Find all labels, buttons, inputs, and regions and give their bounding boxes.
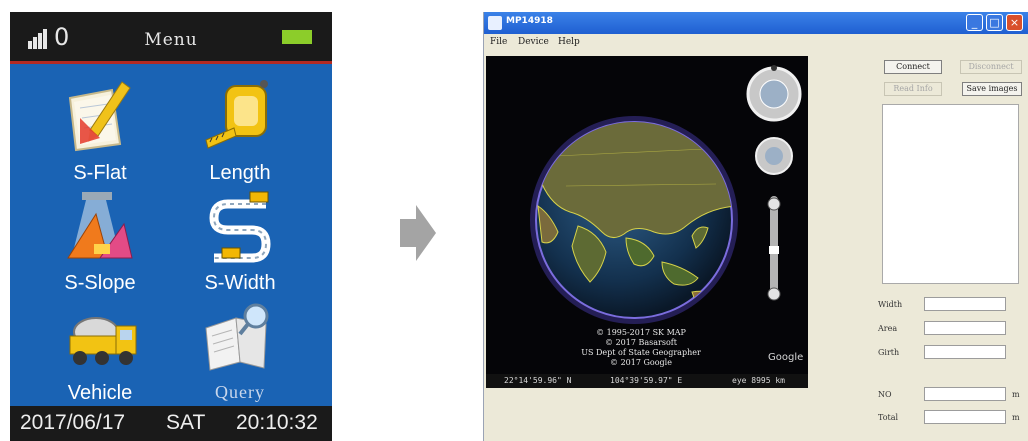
window-title: MP14918: [506, 16, 553, 26]
map-eye-altitude: eye 8995 km: [732, 376, 785, 385]
close-icon[interactable]: ×: [1006, 14, 1023, 31]
menu-item-length[interactable]: Length: [170, 78, 310, 188]
menu-item-vehicle[interactable]: Vehicle: [30, 298, 170, 408]
device-header: 0 Menu: [10, 12, 332, 64]
disconnect-button[interactable]: Disconnect: [960, 60, 1022, 74]
menu-item-query[interactable]: Query: [170, 298, 310, 408]
earth-map-view[interactable]: © 1995-2017 SK MAP © 2017 Basarsoft US D…: [486, 56, 808, 388]
data-list[interactable]: [882, 104, 1019, 284]
menu-item-label: S-Flat: [73, 162, 127, 184]
vehicle-icon: [69, 317, 137, 365]
connect-button[interactable]: Connect: [884, 60, 942, 74]
save-images-button[interactable]: Save images: [962, 82, 1022, 96]
menu-item-label: Query: [215, 382, 265, 402]
menu-item-label: S-Width: [204, 272, 276, 294]
status-day: SAT: [166, 411, 206, 434]
s-slope-icon: [67, 192, 133, 259]
app-icon: [488, 16, 502, 30]
girth-field[interactable]: [924, 345, 1006, 359]
status-date: 2017/06/17: [20, 411, 126, 434]
query-icon: [205, 303, 269, 371]
total-field[interactable]: [924, 410, 1006, 424]
read-info-button[interactable]: Read Info: [884, 82, 942, 96]
maximize-icon[interactable]: □: [986, 14, 1003, 31]
menu-file[interactable]: File: [490, 37, 507, 47]
no-field[interactable]: [924, 387, 1006, 401]
look-control[interactable]: [746, 65, 802, 122]
menu-help[interactable]: Help: [558, 37, 580, 47]
arrow-right-icon: [400, 205, 436, 261]
move-control[interactable]: [755, 137, 793, 175]
title-bar: MP14918 _ □ ×: [484, 12, 1028, 34]
map-longitude: 104°39'59.97" E: [610, 376, 683, 385]
menu-device[interactable]: Device: [518, 37, 549, 47]
map-attribution: © 2017 Basarsoft: [605, 338, 677, 347]
s-width-icon: [209, 191, 271, 263]
tape-measure-icon: [205, 80, 268, 149]
width-label: Width: [878, 300, 903, 309]
battery-icon: [282, 30, 312, 44]
menu-item-label: Vehicle: [67, 382, 133, 404]
area-label: Area: [878, 324, 898, 333]
width-field[interactable]: [924, 297, 1006, 311]
google-logo: Google: [768, 352, 804, 363]
menu-item-s-flat[interactable]: S-Flat: [30, 78, 170, 188]
menu-item-s-slope[interactable]: S-Slope: [30, 188, 170, 298]
menu-item-label: S-Slope: [64, 272, 136, 294]
total-label: Total: [878, 413, 899, 422]
no-unit: m: [1012, 390, 1020, 399]
app-window: MP14918 _ □ × File Device Help © 1995-20…: [483, 12, 1028, 441]
device-screen: 0 Menu S-Flat Length S-Slope S-Width Veh…: [10, 12, 332, 441]
status-bar: 2017/06/17 SAT 20:10:32: [10, 406, 332, 441]
map-attribution: © 1995-2017 SK MAP: [596, 328, 686, 337]
status-time: 20:10:32: [236, 411, 318, 434]
total-unit: m: [1012, 413, 1020, 422]
s-flat-icon: [68, 81, 131, 152]
girth-label: Girth: [878, 348, 900, 357]
area-field[interactable]: [924, 321, 1006, 335]
map-status-bar: 22°14'59.96" N 104°39'59.97" E eye 8995 …: [486, 374, 808, 388]
no-label: NO: [878, 390, 892, 399]
menu-item-s-width[interactable]: S-Width: [170, 188, 310, 298]
menu-item-label: Length: [209, 162, 271, 184]
map-attribution: US Dept of State Geographer: [581, 348, 701, 357]
zoom-slider[interactable]: [767, 196, 781, 301]
minimize-icon[interactable]: _: [966, 14, 983, 31]
map-attribution: © 2017 Google: [610, 358, 672, 367]
menu-bar: File Device Help: [484, 34, 1028, 52]
map-latitude: 22°14'59.96" N: [504, 376, 572, 385]
